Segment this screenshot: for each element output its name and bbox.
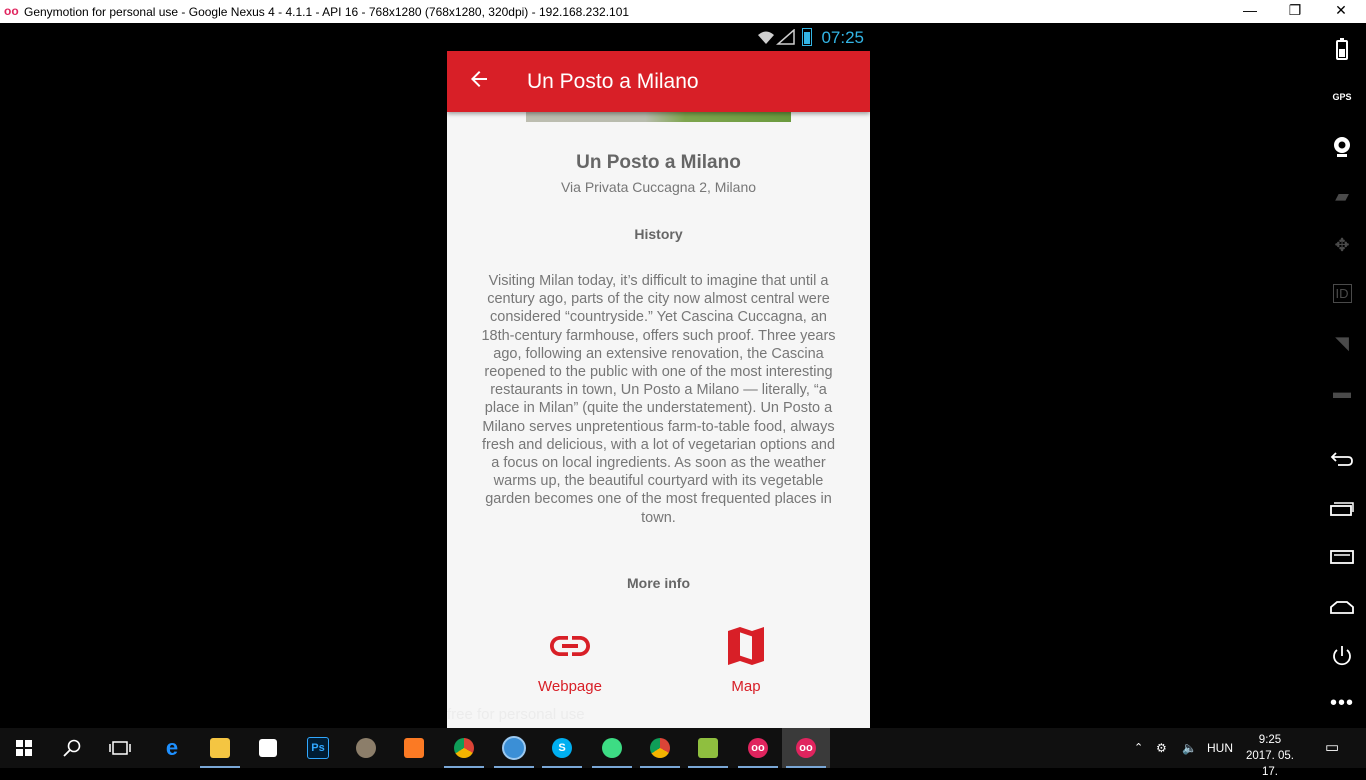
place-photo [526,112,791,122]
watermark-text: free for personal use [447,706,585,723]
tray-chevron-icon[interactable]: ⌃ [1134,728,1143,768]
app-bar-title: Un Posto a Milano [527,70,699,93]
battery-icon[interactable] [1318,33,1366,63]
windows-taskbar: e Ps S oo oo ⌃ ⚙ 🔈 HUN 9:25 2017. 05. 17… [0,728,1366,778]
link-icon [550,636,590,656]
clock-date: 2017. 05. 17. [1246,750,1294,778]
notifications-icon[interactable]: ▭ [1325,728,1339,768]
power-icon[interactable] [1318,640,1366,670]
android-screen: 07:25 Un Posto a Milano Un Posto a Milan… [447,23,870,728]
notepad-icon[interactable] [684,728,732,768]
photoshop-label: Ps [307,736,329,759]
history-heading: History [634,226,683,242]
photoshop-icon[interactable]: Ps [294,728,342,768]
chrome-icon[interactable] [440,728,488,768]
xampp-icon[interactable] [390,728,438,768]
clock-time: 9:25 [1258,734,1282,746]
webpage-button[interactable]: Webpage [510,622,630,695]
webpage-label: Webpage [538,678,602,695]
genymotion-icon[interactable]: oo [734,728,782,768]
network-tray-icon[interactable]: ⚙ [1156,728,1167,768]
menu-icon[interactable] [1318,541,1366,571]
capture-icon[interactable]: ▰ [1318,181,1366,211]
task-view-icon[interactable] [96,728,144,768]
id-label: ID [1332,284,1352,303]
map-label: Map [731,678,761,695]
app-bar: Un Posto a Milano [447,51,870,112]
edge-icon[interactable]: e [148,728,196,768]
genymotion-app-icon: oo [4,4,19,18]
webcam-icon[interactable] [1318,131,1366,161]
android-studio-icon[interactable] [588,728,636,768]
place-address: Via Privata Cuccagna 2, Milano [560,179,757,195]
minimize-button[interactable]: — [1227,0,1273,23]
recent-apps-icon[interactable] [1318,493,1366,523]
back-arrow-icon[interactable] [467,67,491,91]
sms-icon[interactable]: ▬ [1318,377,1366,407]
search-icon[interactable] [48,728,96,768]
gps-icon[interactable]: GPS [1318,82,1366,112]
chrome-icon-2[interactable] [636,728,684,768]
start-icon[interactable] [0,728,48,768]
volume-icon[interactable]: 🔈 [1182,728,1197,768]
more-icon[interactable]: ••• [1318,688,1366,718]
store-icon[interactable] [244,728,292,768]
home-icon[interactable] [1318,591,1366,621]
file-explorer-icon[interactable] [196,728,244,768]
gimp-icon[interactable] [342,728,390,768]
android-status-bar: 07:25 [447,23,870,51]
map-icon [728,627,764,665]
place-name: Un Posto a Milano [576,152,741,173]
skype-icon[interactable]: S [538,728,586,768]
status-time: 07:25 [821,28,864,47]
genymotion-toolbar: GPS ▰ ✥ ID ◥ ▬ ••• [1318,23,1366,728]
dpad-icon[interactable]: ✥ [1318,230,1366,260]
battery-icon [802,28,812,46]
taskbar-clock[interactable]: 9:25 2017. 05. 17. [1238,732,1302,780]
genymotion-player-icon[interactable]: oo [782,728,830,768]
language-indicator[interactable]: HUN [1207,728,1233,768]
history-text: Visiting Milan today, it’s difficult to … [481,273,836,526]
network-icon[interactable]: ◥ [1318,328,1366,358]
map-button[interactable]: Map [686,622,806,695]
id-icon[interactable]: ID [1318,279,1366,309]
close-button[interactable]: ✕ [1318,0,1364,23]
window-titlebar: oo Genymotion for personal use - Google … [0,0,1366,23]
more-info-heading: More info [627,575,690,591]
restore-button[interactable]: ❐ [1272,0,1318,23]
wifi-signal-icon [758,29,795,45]
window-title: Genymotion for personal use - Google Nex… [24,5,630,19]
app-icon[interactable] [490,728,538,768]
back-icon[interactable] [1318,443,1366,473]
